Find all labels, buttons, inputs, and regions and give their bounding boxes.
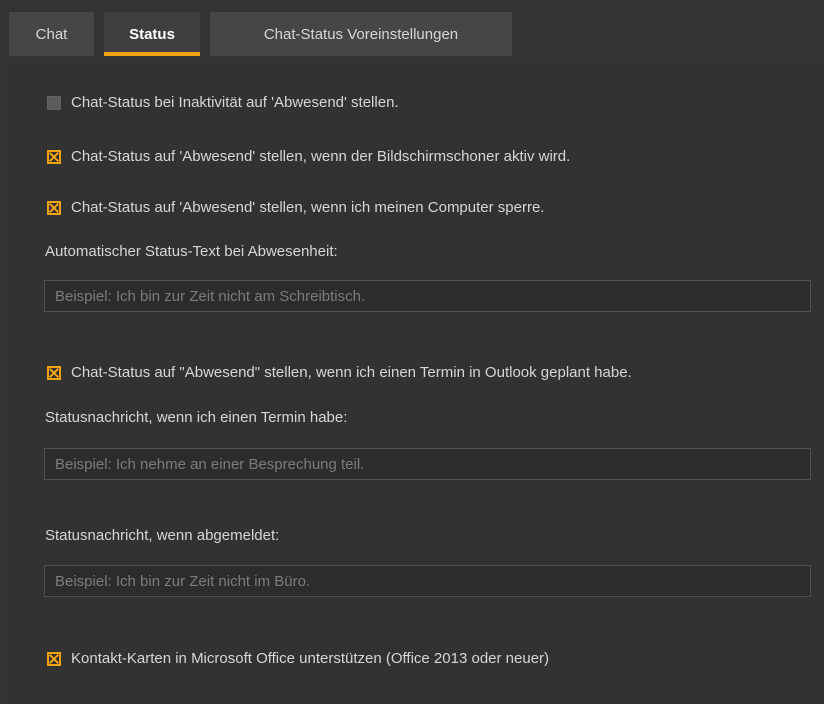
tab-chat-status-presets[interactable]: Chat-Status Voreinstellungen xyxy=(210,12,512,56)
inactivity-checkbox[interactable] xyxy=(47,95,61,110)
option-screensaver[interactable]: Chat-Status auf 'Abwesend' stellen, wenn… xyxy=(47,148,570,165)
tab-status[interactable]: Status xyxy=(104,12,200,56)
option-contact-cards[interactable]: Kontakt-Karten in Microsoft Office unter… xyxy=(47,650,549,667)
option-inactivity[interactable]: Chat-Status bei Inaktivität auf 'Abwesen… xyxy=(47,94,399,111)
tab-chat[interactable]: Chat xyxy=(9,12,94,56)
status-settings-panel: Chat-Status bei Inaktivität auf 'Abwesen… xyxy=(9,64,824,704)
away-text-label: Automatischer Status-Text bei Abwesenhei… xyxy=(45,243,338,260)
lock-label: Chat-Status auf 'Abwesend' stellen, wenn… xyxy=(71,199,545,216)
logoff-text-input[interactable] xyxy=(44,565,811,597)
logoff-text-label: Statusnachricht, wenn abgemeldet: xyxy=(45,527,280,544)
lock-checkbox[interactable] xyxy=(47,200,61,215)
screensaver-label: Chat-Status auf 'Abwesend' stellen, wenn… xyxy=(71,148,571,165)
inactivity-label: Chat-Status bei Inaktivität auf 'Abwesen… xyxy=(71,94,399,111)
outlook-checkbox[interactable] xyxy=(47,365,61,380)
meeting-text-input[interactable] xyxy=(44,448,811,480)
contact-cards-label: Kontakt-Karten in Microsoft Office unter… xyxy=(71,650,550,667)
outlook-label: Chat-Status auf "Abwesend" stellen, wenn… xyxy=(71,364,632,381)
tab-bar: Chat Status Chat-Status Voreinstellungen xyxy=(0,0,824,64)
option-lock[interactable]: Chat-Status auf 'Abwesend' stellen, wenn… xyxy=(47,199,544,216)
contact-cards-checkbox[interactable] xyxy=(47,651,61,666)
meeting-text-label: Statusnachricht, wenn ich einen Termin h… xyxy=(45,409,348,426)
screensaver-checkbox[interactable] xyxy=(47,149,61,164)
option-outlook[interactable]: Chat-Status auf "Abwesend" stellen, wenn… xyxy=(47,364,632,381)
away-text-input[interactable] xyxy=(44,280,811,312)
